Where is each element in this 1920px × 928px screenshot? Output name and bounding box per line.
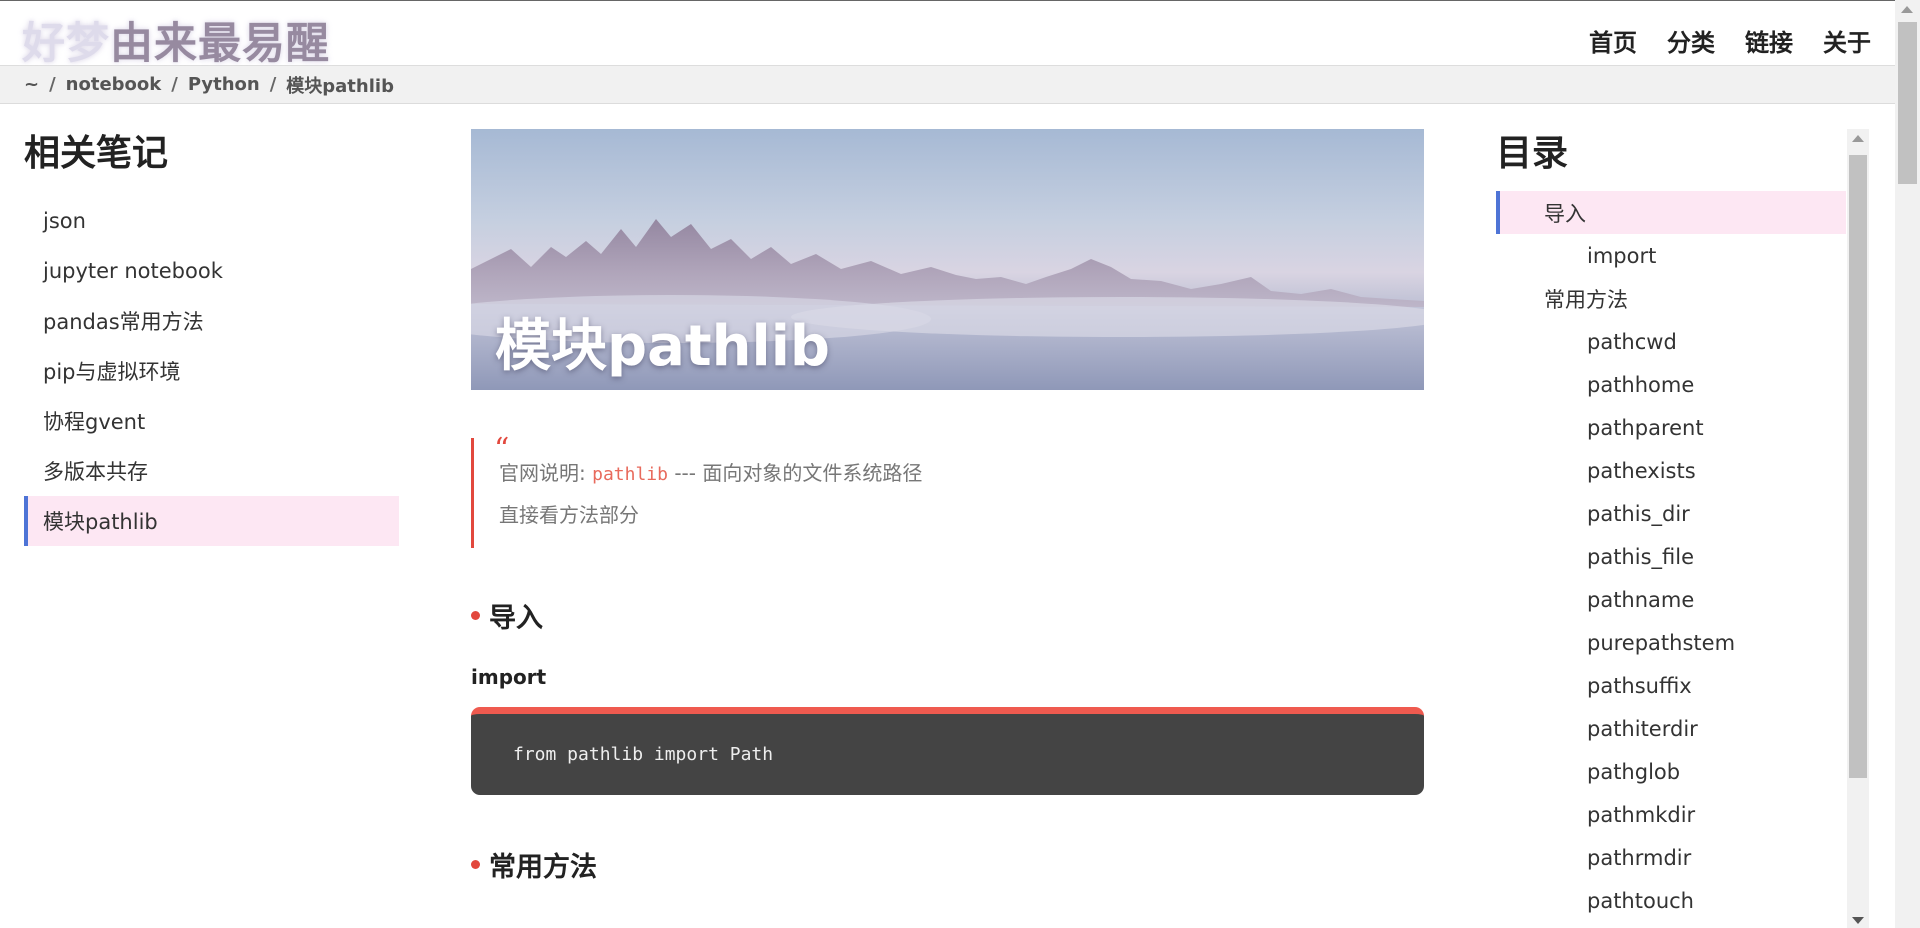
related-notes-title: 相关笔记 [24, 133, 169, 174]
toc-entry[interactable]: pathexists [1496, 449, 1846, 492]
site-header: 好梦由来最易醒 首页 分类 链接 关于 [0, 0, 1895, 69]
breadcrumb-separator: / [269, 74, 277, 95]
toc-entry[interactable]: pathcwd [1496, 320, 1846, 363]
breadcrumb-home[interactable]: ~ [24, 74, 39, 95]
quote-prefix: 官网说明: [499, 461, 593, 485]
section-heading-methods: 常用方法 [471, 845, 1424, 884]
table-of-contents: 目录 导入 import 常用方法 pathcwd pathhome pathparent… [1496, 124, 1846, 922]
scroll-up-arrow-icon[interactable] [1852, 135, 1864, 142]
toc-entry[interactable]: pathname [1496, 578, 1846, 621]
page-title: 模块pathlib [495, 314, 830, 379]
toc-entry[interactable]: pathtouch [1496, 879, 1846, 922]
toc-title: 目录 [1496, 133, 1569, 174]
related-note-pathlib[interactable]: 模块pathlib [24, 496, 399, 546]
hero-banner: 模块pathlib [471, 129, 1424, 390]
toc-entry[interactable]: pathhome [1496, 363, 1846, 406]
site-title-bold: 由来最易醒 [110, 19, 330, 69]
toc-entry[interactable]: pathsuffix [1496, 664, 1846, 707]
scroll-up-arrow-icon[interactable] [1901, 6, 1913, 13]
toc-list: 导入 import 常用方法 pathcwd pathhome pathparent pat… [1496, 191, 1846, 922]
code-block: from pathlib import Path [471, 707, 1424, 795]
subsection-heading-import: import [471, 665, 547, 689]
page-scrollbar[interactable] [1895, 0, 1920, 928]
related-note-json[interactable]: json [24, 196, 399, 246]
quote-line-1: 官网说明: pathlib --- 面向对象的文件系统路径 [499, 438, 1424, 490]
toc-entry[interactable]: pathiterdir [1496, 707, 1846, 750]
related-note-pandas[interactable]: pandas常用方法 [24, 296, 399, 346]
toc-entry[interactable]: pathis_file [1496, 535, 1846, 578]
quote-mark-icon: “ [494, 432, 510, 467]
breadcrumb-separator: / [171, 74, 178, 95]
quote-code-pathlib[interactable]: pathlib [592, 464, 668, 485]
page-scrollbar-thumb[interactable] [1898, 22, 1917, 184]
breadcrumb-notebook[interactable]: notebook [66, 74, 162, 95]
toc-entry[interactable]: purepathstem [1496, 621, 1846, 664]
article: 模块pathlib “ 官网说明: pathlib --- 面向对象的文件系统路… [471, 129, 1424, 884]
related-notes-sidebar: 相关笔记 json jupyter notebook pandas常用方法 pi… [24, 124, 399, 546]
related-note-gevent[interactable]: 协程gvent [24, 396, 399, 446]
bullet-dot-icon [471, 611, 480, 620]
site-title[interactable]: 好梦由来最易醒 [22, 9, 330, 71]
section-heading-text: 常用方法 [489, 852, 597, 883]
breadcrumb-python[interactable]: Python [188, 74, 260, 95]
toc-entry[interactable]: pathparent [1496, 406, 1846, 449]
site-title-dim: 好梦 [22, 19, 110, 69]
section-heading-import: 导入 [471, 596, 1424, 635]
code-line: from pathlib import Path [513, 744, 774, 765]
related-note-multiversion[interactable]: 多版本共存 [24, 446, 399, 496]
toc-scrollbar[interactable] [1847, 129, 1869, 928]
breadcrumb: ~ / notebook / Python / 模块pathlib [0, 66, 1895, 104]
toc-scrollbar-thumb[interactable] [1849, 155, 1867, 778]
toc-entry[interactable]: pathmkdir [1496, 793, 1846, 836]
nav-home[interactable]: 首页 [1589, 23, 1637, 58]
nav-about[interactable]: 关于 [1823, 23, 1871, 58]
toc-entry[interactable]: pathglob [1496, 750, 1846, 793]
bullet-dot-icon [471, 860, 480, 869]
related-note-jupyter[interactable]: jupyter notebook [24, 246, 399, 296]
main-nav: 首页 分类 链接 关于 [1589, 23, 1871, 58]
intro-quote: “ 官网说明: pathlib --- 面向对象的文件系统路径 直接看方法部分 [471, 432, 1424, 548]
quote-suffix: --- 面向对象的文件系统路径 [667, 461, 923, 485]
nav-links[interactable]: 链接 [1745, 23, 1793, 58]
breadcrumb-current[interactable]: 模块pathlib [286, 72, 394, 98]
quote-line-2: 直接看方法部分 [499, 503, 639, 527]
related-note-pip[interactable]: pip与虚拟环境 [24, 346, 399, 396]
toc-entry[interactable]: 常用方法 [1496, 277, 1846, 320]
section-heading-text: 导入 [489, 603, 543, 634]
toc-entry[interactable]: pathrmdir [1496, 836, 1846, 879]
toc-entry[interactable]: import [1496, 234, 1846, 277]
toc-entry[interactable]: 导入 [1496, 191, 1846, 234]
nav-categories[interactable]: 分类 [1667, 23, 1715, 58]
breadcrumb-separator: / [49, 74, 56, 95]
scroll-down-arrow-icon[interactable] [1852, 917, 1864, 924]
toc-entry[interactable]: pathis_dir [1496, 492, 1846, 535]
